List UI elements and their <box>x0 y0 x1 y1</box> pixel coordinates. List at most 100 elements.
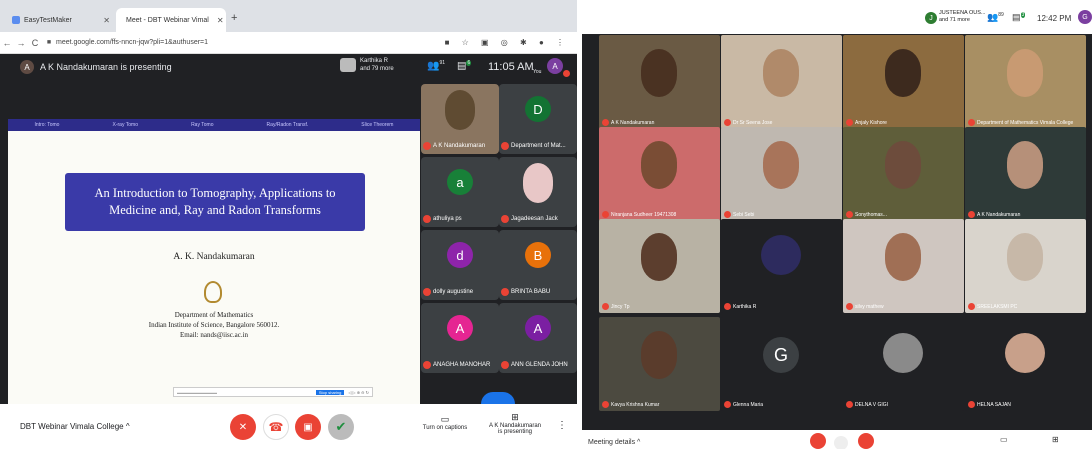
captions-icon[interactable]: ▭ <box>1000 435 1008 444</box>
raise-hand-button[interactable]: ✔ <box>328 414 354 440</box>
participant-avatar: J <box>925 12 937 24</box>
participant-name: Jagadeesan Jack <box>501 215 575 223</box>
profile-picture <box>883 333 923 373</box>
self-avatar[interactable]: A <box>547 58 563 74</box>
mic-off-icon <box>968 211 975 218</box>
participant-video-tile[interactable]: Anjaly Kishore <box>843 35 964 129</box>
easytestmaker-favicon-icon <box>12 16 20 24</box>
participant-name: dolly augustine <box>423 288 497 296</box>
participant-tile[interactable]: B BRINTA BABU <box>499 230 577 300</box>
participant-tile[interactable]: a athuliya ps <box>421 157 499 227</box>
participant-avatar: B <box>525 242 551 268</box>
self-avatar[interactable]: G <box>1078 10 1092 24</box>
hangup-button[interactable]: ☎ <box>263 414 289 440</box>
reload-icon[interactable]: C <box>28 38 42 48</box>
presenting-button[interactable]: ⊞ A K Nandakumaran is presenting <box>485 412 545 435</box>
participant-avatar: a <box>447 169 473 195</box>
camera-off-button[interactable]: ▣ <box>295 414 321 440</box>
meeting-name[interactable]: DBT Webinar Vimala College ^ <box>20 422 130 431</box>
browser-tab-bar: EasyTestMaker ✕ Meet - DBT Webinar Vimal… <box>0 0 577 32</box>
chat-icon[interactable]: ▤6 <box>457 60 472 71</box>
participant-video-tile[interactable]: Sebi Sebi <box>721 127 842 221</box>
camera-off-button[interactable] <box>858 433 874 449</box>
participant-name: A K Nandakumaran <box>602 119 717 126</box>
slide-title: An Introduction to Tomography, Applicati… <box>65 173 365 231</box>
hangup-button[interactable] <box>834 436 848 449</box>
participant-video-tile[interactable]: DELNA V GIGI <box>843 317 964 411</box>
tab-meet[interactable]: Meet - DBT Webinar Vimal ✕ <box>116 8 226 32</box>
presenting-text: A K Nandakumaran is presenting <box>40 62 172 72</box>
participant-name: SREELAKSMI PC <box>968 303 1083 310</box>
extensions-icons[interactable]: ■ ☆ ▣ ◎ ✱ ● ⋮ <box>445 38 569 47</box>
participant-video-tile[interactable]: Niranjana Sudheer 19471308 <box>599 127 720 221</box>
present-icon: ⊞ <box>511 412 519 422</box>
participant-video-tile[interactable]: Karthika R <box>721 219 842 313</box>
participant-video-tile[interactable]: SREELAKSMI PC <box>965 219 1086 313</box>
participant-video-tile[interactable]: Kavya Krishna Kumar <box>599 317 720 411</box>
chevron-up-icon: ^ <box>637 439 641 446</box>
present-icon[interactable]: ⊞ <box>1052 435 1059 444</box>
people-icon[interactable]: 👥89 <box>987 12 1004 23</box>
participant-name: Sonythomas... <box>846 211 961 218</box>
participant-tile[interactable]: A K Nandakumaran <box>421 84 499 154</box>
url-field[interactable]: meet.google.com/ffs-nncn-jqw?pli=1&authu… <box>56 39 445 46</box>
participant-video-tile[interactable]: Dr Sr Seena Jose <box>721 35 842 129</box>
participant-video-tile[interactable]: Sonythomas... <box>843 127 964 221</box>
mic-off-button[interactable]: ✕ <box>230 414 256 440</box>
participant-name: Dr Sr Seena Jose <box>724 119 839 126</box>
participant-tile[interactable]: D Department of Mat... <box>499 84 577 154</box>
mic-off-button[interactable] <box>810 433 826 449</box>
participant-name: Niranjana Sudheer 19471308 <box>602 211 717 218</box>
iisc-logo <box>204 281 222 303</box>
close-tab-icon[interactable]: ✕ <box>217 16 224 25</box>
participant-tile[interactable]: Jagadeesan Jack <box>499 157 577 227</box>
participants-summary[interactable]: JUSTEENA OUS... and 71 more <box>939 10 985 24</box>
participant-video-tile[interactable]: HELNA SAJAN <box>965 317 1086 411</box>
chat-icon[interactable]: ▤3 <box>1012 12 1026 23</box>
participant-tile[interactable]: A ANN GLENDA JOHN <box>499 303 577 373</box>
participant-video <box>1007 233 1043 281</box>
close-tab-icon[interactable]: ✕ <box>103 16 110 25</box>
participant-tile[interactable]: d dolly augustine <box>421 230 499 300</box>
participants-summary[interactable]: Karthika R and 79 more <box>360 57 394 73</box>
participant-name: Glenna Maria <box>724 401 839 408</box>
mic-off-icon <box>968 119 975 126</box>
participant-name: A K Nandakumaran <box>423 142 497 150</box>
participant-name: Kavya Krishna Kumar <box>602 401 717 408</box>
participant-video <box>1007 49 1043 97</box>
meeting-details-button[interactable]: Meeting details ^ <box>588 439 640 446</box>
self-label: You <box>533 69 542 75</box>
people-icon[interactable]: 👥91 <box>427 60 445 71</box>
mic-off-icon <box>724 401 731 408</box>
mic-off-icon <box>602 303 609 310</box>
participant-tile-partial[interactable] <box>481 392 515 404</box>
slide-email: Email: nands@iisc.ac.in <box>179 331 249 339</box>
participant-video-tile[interactable]: Department of Mathematics Vimala College <box>965 35 1086 129</box>
stop-sharing-button[interactable]: Stop sharing <box>315 389 345 395</box>
forward-icon[interactable]: → <box>14 38 28 48</box>
participant-name: athuliya ps <box>423 215 497 223</box>
slide-tool-icons[interactable]: ◁ ▷ ⊕ ⊖ ↻ <box>348 390 369 395</box>
presentation-slide: Intro: Tomo X-ray Tomo Ray Tomo Ray/Rado… <box>8 119 420 404</box>
participant-video-tile[interactable]: A K Nandakumaran <box>599 35 720 129</box>
participant-video-tile[interactable]: Jincy Tp <box>599 219 720 313</box>
new-tab-button[interactable]: + <box>231 12 237 24</box>
more-options-icon[interactable]: ⋮ <box>557 420 567 431</box>
participant-avatar: A <box>525 315 551 341</box>
participant-video <box>641 331 677 379</box>
participant-name: BRINTA BABU <box>501 288 575 296</box>
participant-tile[interactable]: A ANAGHA MANOHAR <box>421 303 499 373</box>
participant-name: Department of Mat... <box>501 142 575 150</box>
tab-easytestmaker[interactable]: EasyTestMaker ✕ <box>6 8 116 32</box>
mic-off-icon <box>501 215 509 223</box>
participant-video <box>763 49 799 97</box>
participant-name: A K Nandakumaran <box>968 211 1083 218</box>
slide-share-toolbar: ▬▬▬▬▬▬▬▬▬▬ Stop sharing ◁ ▷ ⊕ ⊖ ↻ <box>173 387 373 397</box>
participant-video-tile[interactable]: G Glenna Maria <box>721 317 842 411</box>
participant-video <box>763 141 799 189</box>
back-icon[interactable]: ← <box>0 38 14 48</box>
participant-video-tile[interactable]: silvy mathew <box>843 219 964 313</box>
participant-video-tile[interactable]: A K Nandakumaran <box>965 127 1086 221</box>
captions-button[interactable]: ▭ Turn on captions <box>420 414 470 431</box>
participant-avatar: G <box>763 337 799 373</box>
